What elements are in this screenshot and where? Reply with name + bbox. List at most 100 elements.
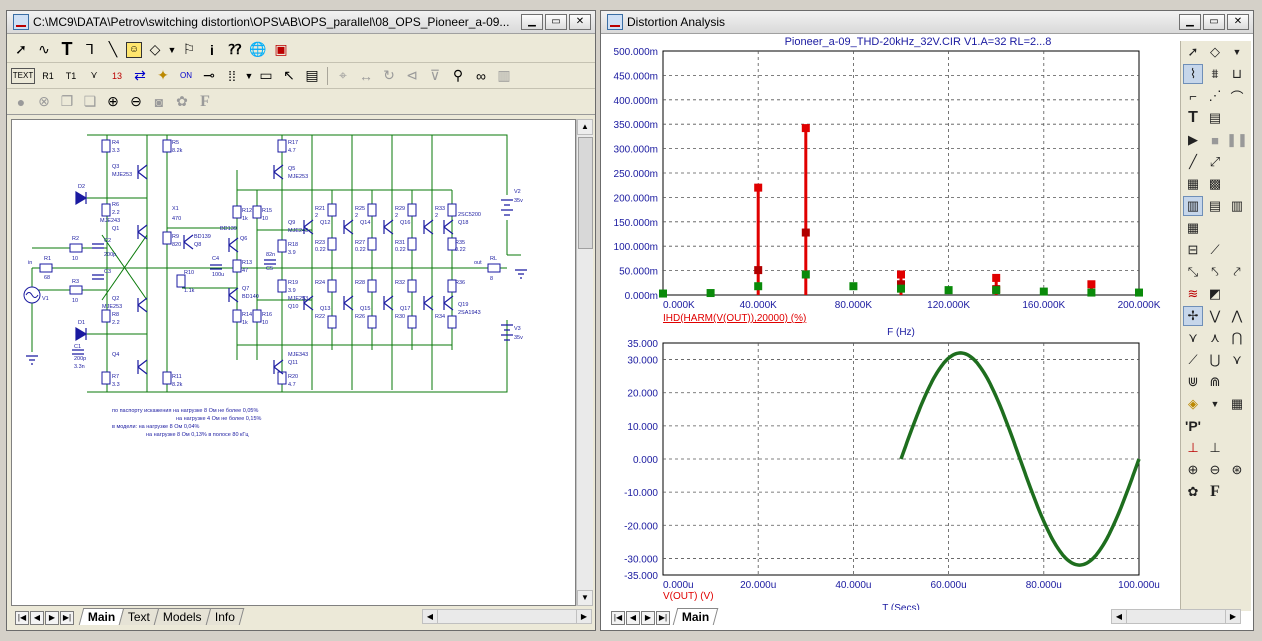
- help-icon[interactable]: ⁇: [225, 40, 245, 60]
- baseline-icon[interactable]: ⊟: [1183, 240, 1203, 260]
- font-icon-2[interactable]: F: [1205, 482, 1225, 502]
- inflection-icon[interactable]: ⋏: [1205, 328, 1225, 348]
- data-points-icon[interactable]: ⩩: [1205, 64, 1225, 84]
- attribute-icon[interactable]: R1: [38, 66, 58, 86]
- cursor-icon[interactable]: ⋰: [1205, 86, 1225, 106]
- color-icon[interactable]: ✿: [1183, 482, 1203, 502]
- zoom-fit-icon[interactable]: ⊛: [1227, 460, 1247, 480]
- high-icon[interactable]: ⋀: [1227, 306, 1247, 326]
- dropdown-arrow-icon-2[interactable]: ▼: [245, 66, 254, 86]
- scroll-thumb[interactable]: [578, 137, 593, 249]
- camera-icon[interactable]: ◙: [149, 92, 169, 112]
- zoom-out-icon[interactable]: ⊖: [126, 92, 146, 112]
- last-tab-button[interactable]: ▶|: [60, 611, 74, 625]
- analysis-last-tab[interactable]: ▶|: [656, 611, 670, 625]
- zoom-in-icon[interactable]: ⊕: [103, 92, 123, 112]
- shape-tool-icon[interactable]: ◇: [145, 40, 165, 60]
- wave-icon[interactable]: ≋: [1183, 284, 1203, 304]
- globe-icon[interactable]: 🌐: [248, 40, 268, 60]
- cursor-both-icon[interactable]: ⤤: [1227, 262, 1247, 282]
- line-icon[interactable]: ╱: [1183, 152, 1203, 172]
- properties-icon-2[interactable]: ▤: [1205, 108, 1225, 128]
- peak-icon[interactable]: ✢: [1183, 306, 1203, 326]
- probe-icon[interactable]: ▣: [271, 40, 291, 60]
- stop-icon[interactable]: ●: [11, 92, 31, 112]
- slope-icon[interactable]: ⟋: [1183, 350, 1203, 370]
- mirror-icon[interactable]: ⊲: [402, 66, 422, 86]
- hscroll-right-arrow[interactable]: ▶: [576, 610, 591, 623]
- envelope-icon[interactable]: ◩: [1205, 284, 1225, 304]
- shape-icon[interactable]: ◇: [1205, 42, 1225, 62]
- harmonics-plot[interactable]: 0.000K 40.000K 80.000K 120.000K 160.000K 200.…: [614, 47, 1161, 338]
- analysis-minimize-button[interactable]: ▁: [1179, 14, 1201, 30]
- valley-icon[interactable]: ⋁: [1205, 306, 1225, 326]
- node-number-icon[interactable]: 13: [107, 66, 127, 86]
- prev-tab-button[interactable]: ◀: [30, 611, 44, 625]
- flip-icon[interactable]: ↔: [356, 66, 376, 86]
- on-icon[interactable]: ON: [176, 66, 196, 86]
- tab-models[interactable]: Models: [154, 608, 212, 625]
- cancel-icon[interactable]: ⊗: [34, 92, 54, 112]
- pin-icon[interactable]: ⋎: [84, 66, 104, 86]
- info-icon[interactable]: i: [202, 40, 222, 60]
- component-icon[interactable]: ☺: [126, 41, 142, 58]
- properties-icon[interactable]: ▤: [302, 66, 322, 86]
- binoculars-icon[interactable]: ∞: [471, 66, 491, 86]
- wire-tool-icon[interactable]: ∿: [34, 40, 54, 60]
- cursor-right-icon[interactable]: ⤣: [1205, 262, 1225, 282]
- zoom-out-icon-2[interactable]: ⊖: [1205, 460, 1225, 480]
- table-icon[interactable]: ▦: [1227, 394, 1247, 414]
- tag-left-icon[interactable]: ⊥: [1183, 438, 1203, 458]
- page-icon[interactable]: ▥: [494, 66, 514, 86]
- maximize-button[interactable]: ▭: [545, 14, 567, 30]
- next-simulation-icon[interactable]: ⋒: [1205, 372, 1225, 392]
- tab-info[interactable]: Info: [205, 608, 245, 625]
- analysis-next-tab[interactable]: ▶: [641, 611, 655, 625]
- pause-icon[interactable]: ❚❚: [1226, 130, 1248, 150]
- tokens-icon[interactable]: ⊔: [1227, 64, 1247, 84]
- scale-icon[interactable]: ⌐: [1183, 86, 1203, 106]
- global-low-icon[interactable]: ⋃: [1205, 350, 1225, 370]
- bottom-icon[interactable]: ⋓: [1183, 372, 1203, 392]
- select-icon[interactable]: ➚: [1183, 42, 1203, 62]
- mirror-v-icon[interactable]: ⊽: [425, 66, 445, 86]
- schematic-canvas[interactable]: V1 V2 35v V3 35v RL 8 in out R1 68 R2 10…: [11, 119, 576, 606]
- analysis-hscrollbar[interactable]: ◀ ▶: [1111, 609, 1241, 624]
- diagonal-wire-icon[interactable]: ╲: [103, 40, 123, 60]
- first-tab-button[interactable]: |◀: [15, 611, 29, 625]
- top-icon[interactable]: ⋎: [1227, 350, 1247, 370]
- border-icon[interactable]: ▭: [256, 66, 276, 86]
- flag-icon[interactable]: ⚐: [179, 40, 199, 60]
- move-icon[interactable]: ⌖: [333, 66, 353, 86]
- rotate-icon[interactable]: ↻: [379, 66, 399, 86]
- grid-frame-icon[interactable]: ▦: [1183, 174, 1203, 194]
- analysis-maximize-button[interactable]: ▭: [1203, 14, 1225, 30]
- plot-mode-icon[interactable]: ⌇: [1183, 64, 1203, 84]
- paste-icon[interactable]: ❏: [80, 92, 100, 112]
- low-icon[interactable]: ⋎: [1183, 328, 1203, 348]
- grid-icon[interactable]: ⁞⁞: [222, 66, 242, 86]
- attribute-text-icon[interactable]: T1: [61, 66, 81, 86]
- fourier-icon[interactable]: ⌒: [1227, 86, 1247, 106]
- scroll-up-arrow[interactable]: ▲: [577, 119, 593, 135]
- analysis-close-button[interactable]: ✕: [1227, 14, 1249, 30]
- minimize-button[interactable]: ▁: [521, 14, 543, 30]
- tag-icon[interactable]: ◈: [1183, 394, 1203, 414]
- global-high-icon[interactable]: ⋂: [1227, 328, 1247, 348]
- horizontal-scrollbar[interactable]: ◀ ▶: [422, 609, 592, 624]
- trace-icon[interactable]: ⟋: [1205, 240, 1225, 260]
- analysis-hscroll-right[interactable]: ▶: [1225, 610, 1240, 623]
- analysis-prev-tab[interactable]: ◀: [626, 611, 640, 625]
- pointer-icon[interactable]: ↖: [279, 66, 299, 86]
- wire-node-icon[interactable]: ⊸: [199, 66, 219, 86]
- analysis-first-tab[interactable]: |◀: [611, 611, 625, 625]
- tag-dropdown-icon[interactable]: ▼: [1205, 394, 1225, 414]
- grid-h-icon[interactable]: ▤: [1205, 196, 1225, 216]
- hscroll-left-arrow[interactable]: ◀: [423, 610, 438, 623]
- text-button[interactable]: TEXT: [11, 67, 35, 84]
- schematic-vscrollbar[interactable]: ▲ ▼: [576, 119, 593, 606]
- run-icon[interactable]: ▶: [1183, 130, 1203, 150]
- dropdown-arrow-icon[interactable]: ▼: [168, 40, 177, 60]
- close-button[interactable]: ✕: [569, 14, 591, 30]
- grid-v-icon[interactable]: ▥: [1183, 196, 1203, 216]
